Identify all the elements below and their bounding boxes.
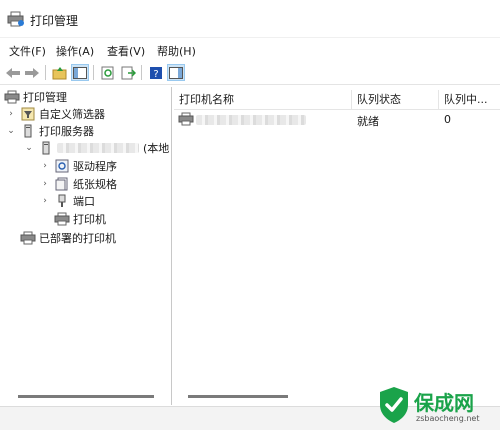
toolbar: ? — [0, 61, 500, 85]
export-list-icon[interactable] — [119, 64, 137, 81]
refresh-icon[interactable] — [99, 64, 117, 81]
window-title: 打印管理 — [30, 14, 79, 28]
tree-label: 驱动程序 — [73, 159, 117, 173]
printer-list-pane: 打印机名称 队列状态 队列中... 就绪 0 — [174, 87, 500, 405]
list-horizontal-scrollbar[interactable] — [184, 392, 294, 401]
tree-item-deployed-printers[interactable]: 已部署的打印机 — [20, 229, 116, 246]
print-management-icon — [7, 11, 25, 27]
chevron-right-icon[interactable]: › — [40, 161, 50, 171]
table-row[interactable]: 就绪 0 — [174, 111, 500, 129]
site-watermark: 保成网 zsbaocheng.net — [374, 383, 494, 427]
chevron-right-icon[interactable]: › — [6, 109, 16, 119]
scrollbar-thumb[interactable] — [188, 395, 288, 398]
menu-bar: 文件(F) 操作(A) 查看(V) 帮助(H) — [0, 40, 500, 60]
toolbar-separator — [141, 65, 142, 80]
printer-icon — [20, 231, 36, 245]
print-management-icon — [4, 90, 20, 104]
watermark-url: zsbaocheng.net — [416, 414, 480, 423]
printer-icon — [178, 112, 194, 129]
tree-item-forms[interactable]: › 纸张规格 — [40, 175, 117, 192]
tree-label: 打印机 — [73, 212, 106, 226]
printer-icon — [54, 212, 70, 226]
server-local-suffix: (本地 — [143, 141, 170, 155]
toolbar-separator — [93, 65, 94, 80]
toolbar-separator — [45, 65, 46, 80]
menu-help[interactable]: 帮助(H) — [157, 43, 196, 59]
show-hide-action-pane-icon[interactable] — [167, 64, 185, 81]
chevron-down-icon[interactable]: ⌄ — [24, 143, 34, 153]
chevron-right-icon[interactable]: › — [40, 196, 50, 206]
printer-queue-status: 就绪 — [357, 115, 379, 128]
menu-file[interactable]: 文件(F) — [9, 43, 46, 59]
tree-label: 端口 — [73, 194, 95, 208]
redacted-server-name — [57, 142, 139, 153]
tree-item-custom-filters[interactable]: › 自定义筛选器 — [6, 105, 105, 122]
list-header: 打印机名称 队列状态 队列中... — [174, 90, 500, 110]
up-folder-icon[interactable] — [51, 64, 69, 81]
tree-item-print-management[interactable]: 打印管理 — [4, 88, 67, 105]
tree-label: 纸张规格 — [73, 177, 117, 191]
driver-icon — [54, 159, 70, 173]
column-header-printer-name[interactable]: 打印机名称 — [174, 90, 352, 110]
tree-item-ports[interactable]: › 端口 — [40, 192, 95, 209]
tree-item-print-servers[interactable]: ⌄ 打印服务器 — [6, 122, 94, 139]
column-header-queue-status[interactable]: 队列状态 — [352, 90, 439, 110]
tree-label: 打印服务器 — [39, 124, 94, 138]
tree-horizontal-scrollbar[interactable] — [4, 392, 168, 401]
chevron-right-icon[interactable]: › — [40, 179, 50, 189]
tree-item-local-server[interactable]: ⌄ (本地 — [24, 139, 169, 156]
tree-label: 已部署的打印机 — [39, 231, 116, 245]
menu-action[interactable]: 操作(A) — [56, 43, 94, 59]
server-icon — [20, 124, 36, 138]
forward-arrow-icon[interactable] — [23, 64, 41, 81]
chevron-down-icon[interactable]: ⌄ — [6, 126, 16, 136]
tree-label: 打印管理 — [23, 90, 67, 104]
column-header-jobs-in-queue[interactable]: 队列中... — [439, 90, 500, 110]
tree-item-drivers[interactable]: › 驱动程序 — [40, 157, 117, 174]
filter-icon — [20, 107, 36, 121]
back-arrow-icon[interactable] — [4, 64, 22, 81]
help-icon[interactable]: ? — [147, 64, 165, 81]
navigation-tree: 打印管理 › 自定义筛选器 ⌄ 打印服务器 ⌄ (本地 › 驱动程序 › 纸张规… — [0, 87, 172, 405]
svg-text:?: ? — [153, 69, 158, 80]
tree-item-printers[interactable]: 打印机 — [54, 210, 106, 227]
print-management-window: 打印管理 文件(F) 操作(A) 查看(V) 帮助(H) ? 打印管理 › 自定… — [0, 0, 500, 430]
title-bar: 打印管理 — [0, 0, 500, 38]
printer-jobs-count: 0 — [444, 113, 451, 126]
tree-label: 自定义筛选器 — [39, 107, 105, 121]
menu-view[interactable]: 查看(V) — [107, 43, 145, 59]
server-icon — [38, 141, 54, 155]
paper-form-icon — [54, 177, 70, 191]
show-hide-tree-icon[interactable] — [71, 64, 89, 81]
scrollbar-thumb[interactable] — [18, 395, 154, 398]
redacted-printer-name — [196, 115, 306, 125]
port-icon — [54, 194, 70, 208]
watermark-brand: 保成网 — [414, 391, 474, 415]
